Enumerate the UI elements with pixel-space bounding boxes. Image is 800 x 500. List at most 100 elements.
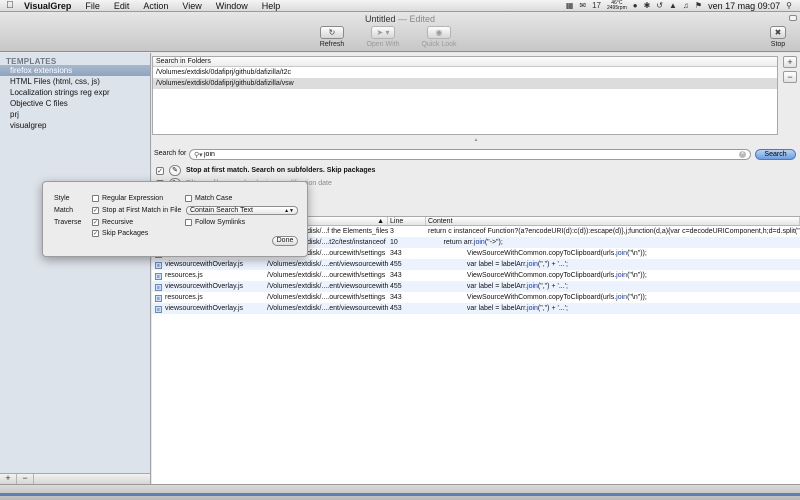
- magnifier-icon[interactable]: ⚲▾: [194, 151, 204, 159]
- file-icon: ≡: [155, 273, 162, 280]
- paw-icon[interactable]: ●: [633, 1, 638, 10]
- menu-file[interactable]: File: [78, 1, 107, 11]
- mail-icon[interactable]: ✉: [579, 1, 586, 10]
- folder-row[interactable]: /Volumes/extdisk/0dafiprj/github/dafizil…: [153, 67, 777, 78]
- time-machine-icon[interactable]: ↺: [656, 1, 663, 10]
- toolbar-toggle-button[interactable]: [789, 15, 797, 21]
- match-mode-select[interactable]: Contain Search Text ▲▼: [186, 206, 298, 215]
- refresh-icon: ↻: [320, 26, 344, 39]
- match-highlight: join: [527, 305, 538, 312]
- search-field[interactable]: ⚲▾ ×: [189, 149, 751, 160]
- volume-icon[interactable]: ♫: [683, 1, 689, 10]
- edit-content-options-button[interactable]: ✎: [169, 165, 181, 176]
- search-options-popover: Style Match Traverse Regular Expression …: [42, 181, 308, 257]
- templates-sidebar: TEMPLATES firefox extensions HTML Files …: [0, 53, 151, 484]
- bluetooth-icon[interactable]: ✱: [644, 1, 651, 10]
- content-options-row: ✓ ✎ Stop at first match. Search on subfo…: [156, 165, 375, 176]
- recursive-option[interactable]: ✓ Recursive: [92, 219, 133, 226]
- clear-search-icon[interactable]: ×: [739, 151, 746, 158]
- dropbox-icon[interactable]: ▦: [566, 1, 574, 10]
- result-line-cell: 455: [390, 261, 402, 268]
- column-header-line[interactable]: Line: [388, 217, 426, 225]
- us-flag-icon[interactable]: ⚑: [695, 1, 702, 10]
- regular-expression-option[interactable]: Regular Expression: [92, 195, 163, 202]
- table-row[interactable]: ≡ resources.js/Volumes/extdisk/....ourcew…: [152, 292, 800, 303]
- result-file-name: resources.js: [165, 294, 203, 301]
- result-line-cell: 343: [390, 250, 402, 257]
- open-with-button[interactable]: ➤ ▾ Open With: [355, 26, 411, 50]
- sidebar-item-objective-c-files[interactable]: Objective C files: [0, 98, 150, 109]
- result-file-name: resources.js: [165, 272, 203, 279]
- match-highlight: join: [527, 261, 538, 268]
- window-toolbar: Untitled — Edited ↻ Refresh ➤ ▾ Open Wit…: [0, 12, 800, 52]
- stop-first-match-option[interactable]: ✓ Stop at First Match in File: [92, 207, 181, 214]
- sidebar-item-localization-strings[interactable]: Localization strings reg expr: [0, 87, 150, 98]
- calendar-icon[interactable]: 17: [592, 1, 601, 10]
- skip-packages-option[interactable]: ✓ Skip Packages: [92, 230, 148, 237]
- open-with-label: Open With: [366, 41, 400, 48]
- result-content-cell: ViewSourceWithCommon.copyToClipboard(url…: [426, 292, 800, 303]
- refresh-button[interactable]: ↻ Refresh: [304, 26, 360, 50]
- folder-row[interactable]: /Volumes/extdisk/0dafiprj/github/dafizil…: [153, 78, 777, 89]
- content-options-checkbox[interactable]: ✓: [156, 166, 164, 175]
- document-title: Untitled: [364, 14, 396, 24]
- search-folders-list[interactable]: Search in Folders /Volumes/extdisk/0dafi…: [152, 56, 778, 135]
- table-row[interactable]: ≡ resources.js/Volumes/extdisk/....ourcew…: [152, 270, 800, 281]
- clock[interactable]: ven 17 mag 09:07: [708, 1, 780, 11]
- stop-button[interactable]: ✖ Stop: [758, 26, 798, 50]
- search-button[interactable]: Search: [755, 149, 796, 160]
- regular-expression-label: Regular Expression: [102, 195, 164, 202]
- remove-folder-button[interactable]: −: [783, 71, 797, 83]
- split-view-handle[interactable]: ▲: [152, 137, 800, 143]
- sidebar-item-prj[interactable]: prj: [0, 109, 150, 120]
- fan-speed: 2495rpm: [607, 4, 627, 11]
- follow-symlinks-checkbox[interactable]: [185, 219, 192, 226]
- sidebar-item-firefox-extensions[interactable]: firefox extensions: [0, 65, 150, 76]
- sidebar-item-html-files[interactable]: HTML Files (html, css, js): [0, 76, 150, 87]
- file-icon: ≡: [155, 262, 162, 269]
- match-case-option[interactable]: Match Case: [185, 195, 232, 202]
- result-file-cell: ≡ resources.js: [152, 292, 265, 303]
- file-icon: ≡: [155, 284, 162, 291]
- add-folder-button[interactable]: +: [783, 56, 797, 68]
- menu-view[interactable]: View: [175, 1, 208, 11]
- stop-first-match-checkbox[interactable]: ✓: [92, 207, 99, 214]
- updown-arrows-icon: ▲▼: [284, 208, 294, 214]
- stop-label: Stop: [770, 41, 786, 48]
- sidebar-bottom-bar: + −: [0, 473, 151, 484]
- status-area: ▦ ✉ 17 46°C 2495rpm ● ✱ ↺ ▲ ♫ ⚑ ven 17 m…: [566, 0, 800, 11]
- remove-template-button[interactable]: −: [17, 474, 34, 484]
- temperature-monitor[interactable]: 46°C 2495rpm: [607, 0, 627, 11]
- match-case-checkbox[interactable]: [185, 195, 192, 202]
- match-mode-value: Contain Search Text: [190, 207, 253, 214]
- column-header-content[interactable]: Content: [426, 217, 800, 225]
- traverse-label: Traverse: [54, 219, 82, 226]
- table-row[interactable]: ≡ viewsourcewithOverlay.js/Volumes/extdis…: [152, 281, 800, 292]
- result-path-cell: /Volumes/extdisk/....ourcewith/settings: [267, 272, 386, 279]
- wifi-icon[interactable]: ▲: [669, 1, 677, 10]
- skip-packages-checkbox[interactable]: ✓: [92, 230, 99, 237]
- stop-icon: ✖: [770, 26, 786, 39]
- content-options-summary: Stop at first match. Search on subfolder…: [186, 167, 376, 174]
- menu-action[interactable]: Action: [136, 1, 175, 11]
- content-text: var label = labelArr.: [428, 283, 528, 290]
- recursive-checkbox[interactable]: ✓: [92, 219, 99, 226]
- add-template-button[interactable]: +: [0, 474, 17, 484]
- spotlight-search-icon[interactable]: ⚲: [786, 1, 792, 10]
- follow-symlinks-option[interactable]: Follow Symlinks: [185, 219, 245, 226]
- quick-look-button[interactable]: ◉ Quick Look: [411, 26, 467, 50]
- menu-edit[interactable]: Edit: [107, 1, 137, 11]
- regular-expression-checkbox[interactable]: [92, 195, 99, 202]
- search-input[interactable]: [204, 150, 739, 159]
- menu-app-name[interactable]: VisualGrep: [20, 1, 78, 11]
- table-row[interactable]: ≡ viewsourcewithOverlay.js/Volumes/extdis…: [152, 303, 800, 314]
- menu-help[interactable]: Help: [255, 1, 288, 11]
- menu-window[interactable]: Window: [209, 1, 255, 11]
- table-row[interactable]: ≡ viewsourcewithOverlay.js/Volumes/extdis…: [152, 259, 800, 270]
- refresh-label: Refresh: [319, 41, 345, 48]
- done-button[interactable]: Done: [272, 236, 298, 246]
- content-text: ("->");: [484, 239, 503, 246]
- apple-menu-icon[interactable]: : [0, 0, 20, 11]
- sidebar-item-visualgrep[interactable]: visualgrep: [0, 120, 150, 131]
- match-label: Match: [54, 207, 74, 214]
